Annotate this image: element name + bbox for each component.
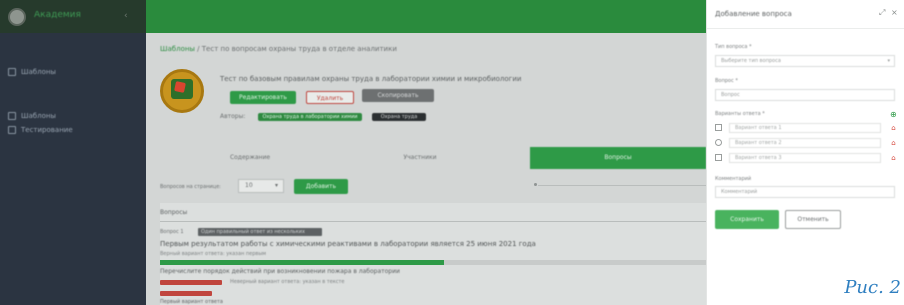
top-bar	[146, 0, 706, 33]
questions-heading: Вопросы	[160, 209, 188, 216]
progress-fill	[160, 260, 444, 265]
per-page-label: Вопросов на странице:	[160, 184, 221, 190]
course-logo	[160, 69, 204, 113]
figure-caption: Рис. 2	[844, 277, 901, 298]
folder-icon	[8, 68, 16, 76]
cancel-button[interactable]: Отменить	[785, 210, 841, 229]
answer-input[interactable]: Вариант ответа 3	[729, 153, 881, 163]
question-text[interactable]: Первый вариант ответа	[160, 299, 460, 305]
per-page-value: 10	[245, 182, 253, 189]
save-button[interactable]: Сохранить	[715, 210, 779, 229]
wrong-answer-bar	[160, 280, 222, 285]
comment-label: Комментарий	[715, 176, 752, 182]
sidebar-header: Академия ‹	[0, 0, 146, 33]
search-dot	[534, 183, 537, 186]
progress-bar	[160, 260, 706, 265]
answer-row: Вариант ответа 3 ⌂	[715, 153, 899, 163]
question-text-label: Вопрос *	[715, 78, 738, 84]
question-text-input[interactable]: Вопрос	[715, 89, 895, 101]
question-type-select[interactable]: Выберите тип вопроса ▾	[715, 55, 895, 67]
course-logo-mark	[174, 81, 186, 93]
test-icon	[8, 126, 16, 134]
copy-button[interactable]: Скопировать	[362, 89, 434, 102]
chevron-down-icon: ▾	[887, 58, 890, 64]
expand-icon[interactable]: ⤢	[879, 8, 888, 18]
comment-input[interactable]: Комментарий	[715, 186, 895, 198]
answer-row: Вариант ответа 2 ⌂	[715, 138, 899, 148]
divider	[707, 28, 904, 29]
sidebar-item-label: Шаблоны	[21, 112, 56, 120]
tab-bar: Содержание Участники Вопросы	[160, 147, 706, 169]
tab-questions[interactable]: Вопросы	[530, 147, 706, 169]
breadcrumb-root-link[interactable]: Шаблоны	[160, 45, 195, 53]
category-badge: Охрана труда в лаборатории химии	[258, 113, 362, 121]
sidebar: Академия ‹ Шаблоны Шаблоны Тестирование	[0, 0, 146, 305]
delete-button[interactable]: Удалить	[306, 91, 354, 104]
category-badge: Охрана труда	[372, 113, 426, 121]
answer-correct-checkbox[interactable]	[715, 154, 722, 161]
app-logo[interactable]	[8, 8, 26, 26]
course-title: Тест по базовым правилам охраны труда в …	[220, 75, 522, 83]
wrong-answer-bar	[160, 291, 212, 296]
question-type-value: Выберите тип вопроса	[721, 58, 781, 64]
delete-answer-icon[interactable]: ⌂	[889, 123, 898, 133]
edit-button[interactable]: Редактировать	[230, 91, 296, 104]
question-answer-note: Верный вариант ответа: указан первым	[160, 251, 267, 257]
menu-toggle-icon[interactable]: ‹	[124, 11, 134, 21]
delete-answer-icon[interactable]: ⌂	[889, 138, 898, 148]
answer-input[interactable]: Вариант ответа 2	[729, 138, 881, 148]
document-icon	[8, 112, 16, 120]
add-question-panel: Добавление вопроса ⤢ × Тип вопроса * Выб…	[706, 0, 904, 305]
sidebar-item-templates[interactable]: Шаблоны	[8, 66, 128, 78]
question-text[interactable]: Первым результатом работы с химическими …	[160, 240, 540, 249]
question-type-label: Тип вопроса *	[715, 44, 752, 50]
main-content: Шаблоны / Тест по вопросам охраны труда …	[146, 33, 706, 305]
questions-list: Вопросы Вопрос 1 Один правильный ответ и…	[160, 203, 706, 305]
question-number: Вопрос 1	[160, 229, 184, 235]
tab-content[interactable]: Содержание	[190, 147, 310, 169]
question-type-tag: Один правильный ответ из нескольких	[198, 228, 322, 236]
divider	[160, 221, 706, 222]
sidebar-item-templates-2[interactable]: Шаблоны	[8, 110, 128, 122]
breadcrumb-current: / Тест по вопросам охраны труда в отделе…	[194, 45, 397, 53]
answer-row: Вариант ответа 1 ⌂	[715, 123, 899, 133]
delete-answer-icon[interactable]: ⌂	[889, 153, 898, 163]
close-icon[interactable]: ×	[891, 8, 900, 18]
answers-label: Варианты ответа *	[715, 111, 765, 117]
sidebar-item-label: Шаблоны	[21, 68, 56, 76]
answer-correct-radio[interactable]	[715, 139, 722, 146]
answer-correct-checkbox[interactable]	[715, 124, 722, 131]
question-answer-note: Неверный вариант ответа: указан в тексте	[230, 279, 345, 285]
add-answer-icon[interactable]: ⊕	[890, 111, 898, 119]
panel-title: Добавление вопроса	[715, 10, 792, 18]
tab-participants[interactable]: Участники	[360, 147, 480, 169]
add-question-button[interactable]: Добавить	[294, 179, 348, 194]
question-text[interactable]: Перечислите порядок действий при возникн…	[160, 268, 480, 276]
sidebar-item-testing[interactable]: Тестирование	[8, 124, 128, 136]
breadcrumb: Шаблоны / Тест по вопросам охраны труда …	[160, 45, 580, 54]
per-page-select[interactable]: 10 ▾	[238, 179, 284, 193]
chevron-down-icon: ▾	[274, 182, 278, 189]
search-field[interactable]	[538, 185, 706, 186]
authors-label: Авторы:	[220, 113, 246, 120]
answer-input[interactable]: Вариант ответа 1	[729, 123, 881, 133]
app-brand[interactable]: Академия	[34, 11, 96, 20]
sidebar-item-label: Тестирование	[21, 126, 73, 134]
